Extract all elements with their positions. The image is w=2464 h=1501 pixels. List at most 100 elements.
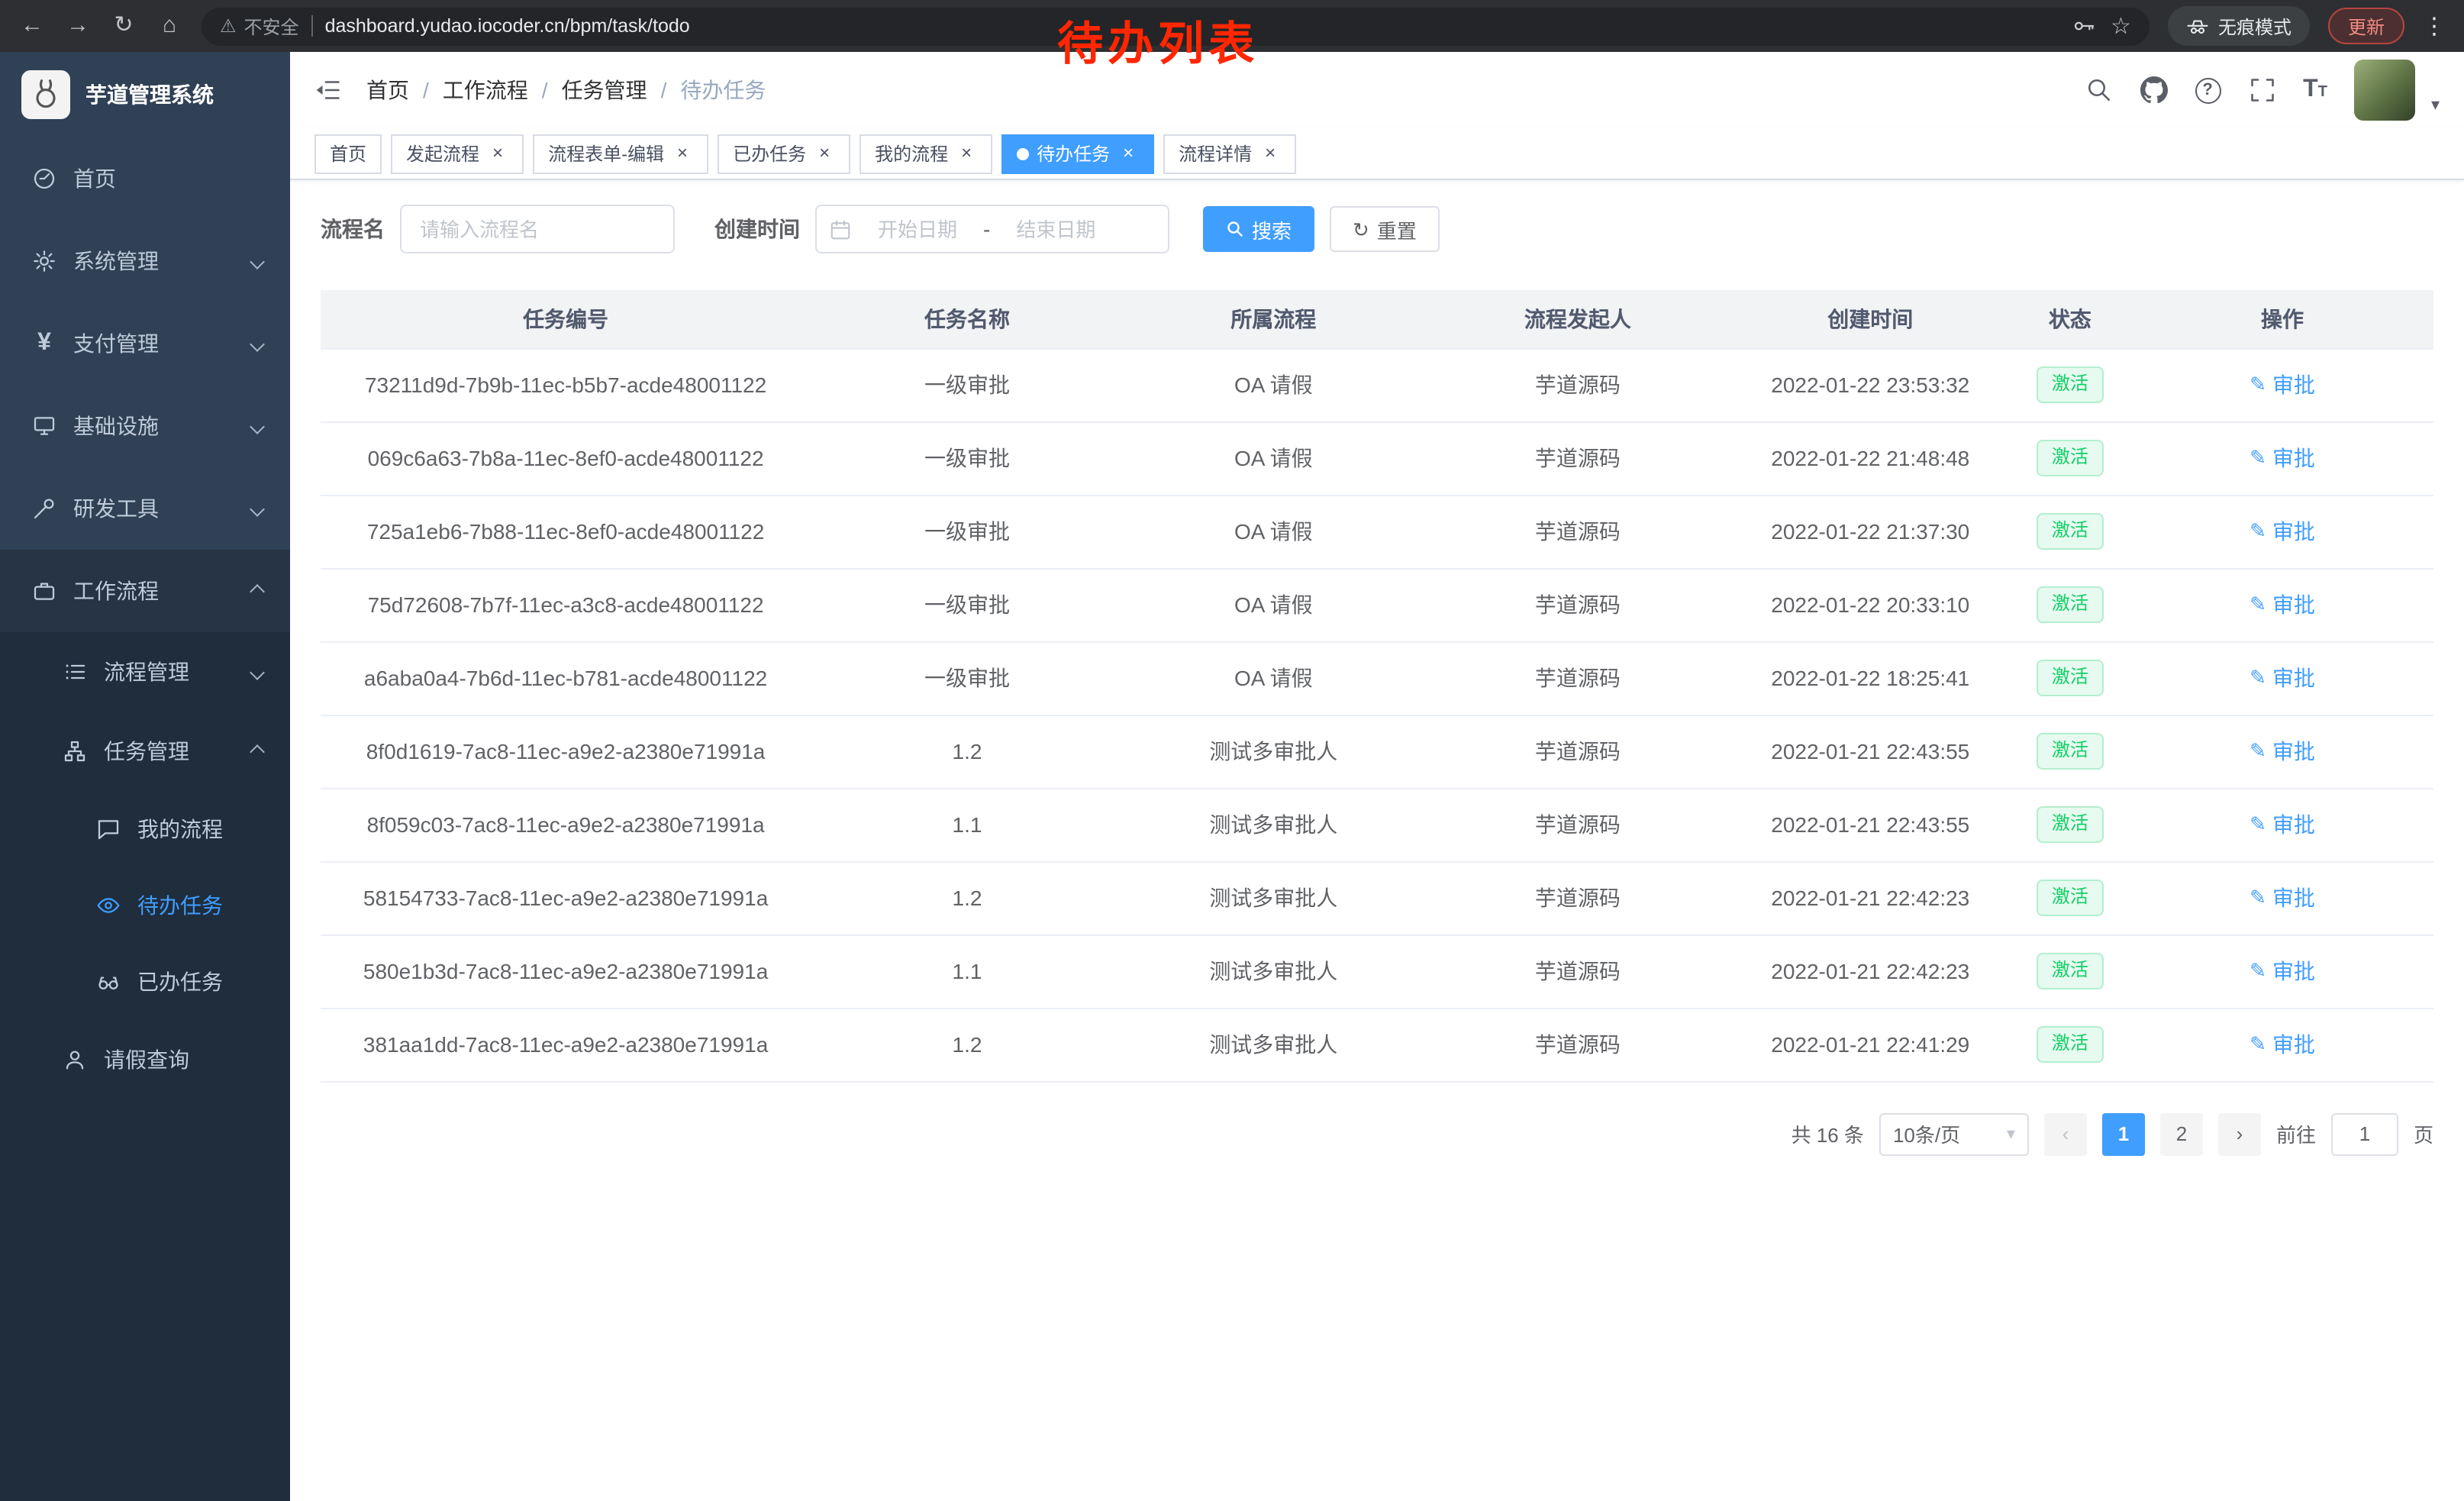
cell-status: 激活 bbox=[2009, 1008, 2132, 1081]
tab-start-process[interactable]: 发起流程 × bbox=[391, 134, 524, 173]
cell-task-name: 1.1 bbox=[811, 788, 1124, 861]
help-icon[interactable]: ? bbox=[2195, 77, 2221, 103]
page-button-2[interactable]: 2 bbox=[2160, 1112, 2203, 1155]
cell-created: 2022-01-21 22:41:29 bbox=[1732, 1008, 2009, 1081]
task-mgmt-submenu: 我的流程 待办任务 已办任务 bbox=[0, 791, 290, 1020]
approve-link[interactable]: ✎ 审批 bbox=[2250, 589, 2315, 620]
start-date-input[interactable] bbox=[858, 218, 977, 240]
tab-home[interactable]: 首页 bbox=[314, 134, 382, 173]
screen: ← → ↻ ⌂ ⚠ 不安全 dashboard.yudao.iocoder.cn… bbox=[0, 0, 2464, 1501]
edit-icon: ✎ bbox=[2250, 739, 2266, 763]
sidebar-item-task-mgmt[interactable]: 任务管理 bbox=[0, 712, 290, 791]
incognito-icon bbox=[2186, 15, 2209, 37]
infrastructure-icon bbox=[31, 412, 58, 440]
approve-link[interactable]: ✎ 审批 bbox=[2250, 370, 2315, 400]
sidebar-item-payment[interactable]: ¥ 支付管理 bbox=[0, 302, 290, 385]
approve-link[interactable]: ✎ 审批 bbox=[2250, 809, 2315, 840]
cell-process: 测试多审批人 bbox=[1124, 788, 1424, 861]
cell-status: 激活 bbox=[2009, 715, 2132, 788]
fullscreen-icon[interactable] bbox=[2248, 76, 2275, 104]
org-chart-icon bbox=[61, 738, 89, 765]
process-name-input[interactable] bbox=[400, 205, 675, 253]
tab-close-icon[interactable]: × bbox=[814, 143, 835, 164]
menu-label: 工作流程 bbox=[73, 576, 159, 606]
sidebar-item-system[interactable]: 系统管理 bbox=[0, 220, 290, 302]
search-button[interactable]: 搜索 bbox=[1203, 206, 1314, 252]
github-icon[interactable] bbox=[2140, 76, 2167, 104]
approve-link[interactable]: ✎ 审批 bbox=[2250, 516, 2315, 547]
breadcrumb-workflow[interactable]: 工作流程 bbox=[443, 75, 528, 105]
sidebar-item-devtools[interactable]: 研发工具 bbox=[0, 467, 290, 550]
caret-down-icon[interactable]: ▾ bbox=[2431, 95, 2440, 121]
tab-my-process[interactable]: 我的流程 × bbox=[859, 134, 992, 173]
cell-initiator: 芋道源码 bbox=[1424, 348, 1732, 421]
sidebar-item-leave-query[interactable]: 请假查询 bbox=[0, 1020, 290, 1099]
tab-close-icon[interactable]: × bbox=[487, 143, 508, 164]
forward-icon[interactable]: → bbox=[64, 0, 92, 52]
next-page-button[interactable]: › bbox=[2218, 1112, 2261, 1155]
approve-link[interactable]: ✎ 审批 bbox=[2250, 736, 2315, 767]
sidebar-item-home[interactable]: 首页 bbox=[0, 137, 290, 220]
tab-close-icon[interactable]: × bbox=[956, 143, 977, 164]
approve-link[interactable]: ✎ 审批 bbox=[2250, 1029, 2315, 1060]
prev-page-button[interactable]: ‹ bbox=[2044, 1112, 2087, 1155]
sidebar-item-workflow[interactable]: 工作流程 bbox=[0, 550, 290, 632]
update-button[interactable]: 更新 bbox=[2328, 8, 2404, 44]
approve-link[interactable]: ✎ 审批 bbox=[2250, 956, 2315, 986]
cell-initiator: 芋道源码 bbox=[1424, 421, 1732, 495]
cell-created: 2022-01-22 21:37:30 bbox=[1732, 495, 2009, 568]
sidebar-fold-icon[interactable] bbox=[314, 76, 342, 104]
workflow-group: 工作流程 流程管理 任务管理 bbox=[0, 550, 290, 1099]
approve-link[interactable]: ✎ 审批 bbox=[2250, 663, 2315, 693]
search-icon[interactable] bbox=[2085, 76, 2112, 104]
approve-link[interactable]: ✎ 审批 bbox=[2250, 883, 2315, 913]
back-icon[interactable]: ← bbox=[18, 0, 46, 52]
cell-created: 2022-01-21 22:42:23 bbox=[1732, 861, 2009, 934]
omnibox-divider bbox=[311, 15, 313, 37]
sidebar-item-my-process[interactable]: 我的流程 bbox=[0, 791, 290, 867]
sidebar-item-infrastructure[interactable]: 基础设施 bbox=[0, 385, 290, 467]
browser-menu-icon[interactable]: ⋮ bbox=[2423, 12, 2446, 40]
tab-done-task[interactable]: 已办任务 × bbox=[718, 134, 850, 173]
tab-label: 我的流程 bbox=[875, 140, 948, 166]
page-button-1[interactable]: 1 bbox=[2102, 1112, 2145, 1155]
sidebar-item-done-task[interactable]: 已办任务 bbox=[0, 944, 290, 1020]
cell-task-id: 580e1b3d-7ac8-11ec-a9e2-a2380e71991a bbox=[321, 934, 811, 1008]
cell-task-id: a6aba0a4-7b6d-11ec-b781-acde48001122 bbox=[321, 641, 811, 715]
tab-close-icon[interactable]: × bbox=[672, 143, 693, 164]
date-range-picker[interactable]: - bbox=[815, 205, 1169, 253]
reset-button[interactable]: ↻ 重置 bbox=[1330, 206, 1440, 252]
status-badge: 激活 bbox=[2037, 733, 2104, 769]
tab-process-detail[interactable]: 流程详情 × bbox=[1163, 134, 1296, 173]
cell-action: ✎ 审批 bbox=[2131, 348, 2433, 421]
search-button-icon bbox=[1226, 220, 1244, 238]
sidebar-item-process-mgmt[interactable]: 流程管理 bbox=[0, 632, 290, 712]
bookmark-star-icon[interactable]: ☆ bbox=[2111, 12, 2131, 40]
col-status: 状态 bbox=[2009, 290, 2132, 348]
approve-link[interactable]: ✎ 审批 bbox=[2250, 443, 2315, 473]
cell-task-id: 381aa1dd-7ac8-11ec-a9e2-a2380e71991a bbox=[321, 1008, 811, 1081]
tab-close-icon[interactable]: × bbox=[1259, 143, 1281, 164]
tab-todo-task[interactable]: 待办任务 × bbox=[1001, 134, 1154, 173]
home-icon[interactable]: ⌂ bbox=[156, 0, 183, 52]
tab-form-edit[interactable]: 流程表单-编辑 × bbox=[533, 134, 708, 173]
user-avatar[interactable] bbox=[2355, 60, 2416, 121]
app-logo-row[interactable]: 芋道管理系统 bbox=[0, 52, 290, 137]
sidebar-item-todo-task[interactable]: 待办任务 bbox=[0, 867, 290, 944]
cell-initiator: 芋道源码 bbox=[1424, 568, 1732, 641]
password-key-icon[interactable] bbox=[2071, 14, 2095, 38]
page-size-select[interactable]: 10条/页 ▾ bbox=[1879, 1112, 2029, 1155]
tab-label: 首页 bbox=[330, 140, 366, 166]
security-warning[interactable]: ⚠ 不安全 bbox=[220, 13, 299, 39]
reload-icon[interactable]: ↻ bbox=[110, 0, 137, 52]
end-date-input[interactable] bbox=[996, 218, 1115, 240]
navbar-actions: ? TT ▾ bbox=[2085, 60, 2440, 121]
breadcrumb-task-mgmt[interactable]: 任务管理 bbox=[562, 75, 647, 105]
breadcrumb-home[interactable]: 首页 bbox=[366, 75, 409, 105]
top-navbar: 首页 / 工作流程 / 任务管理 / 待办任务 ? TT ▾ bbox=[290, 52, 2464, 128]
goto-page-input[interactable] bbox=[2331, 1112, 2398, 1155]
tab-close-icon[interactable]: × bbox=[1118, 143, 1139, 164]
process-list-icon bbox=[61, 658, 89, 686]
font-size-icon[interactable]: TT bbox=[2303, 76, 2327, 104]
breadcrumb-current: 待办任务 bbox=[680, 75, 766, 105]
